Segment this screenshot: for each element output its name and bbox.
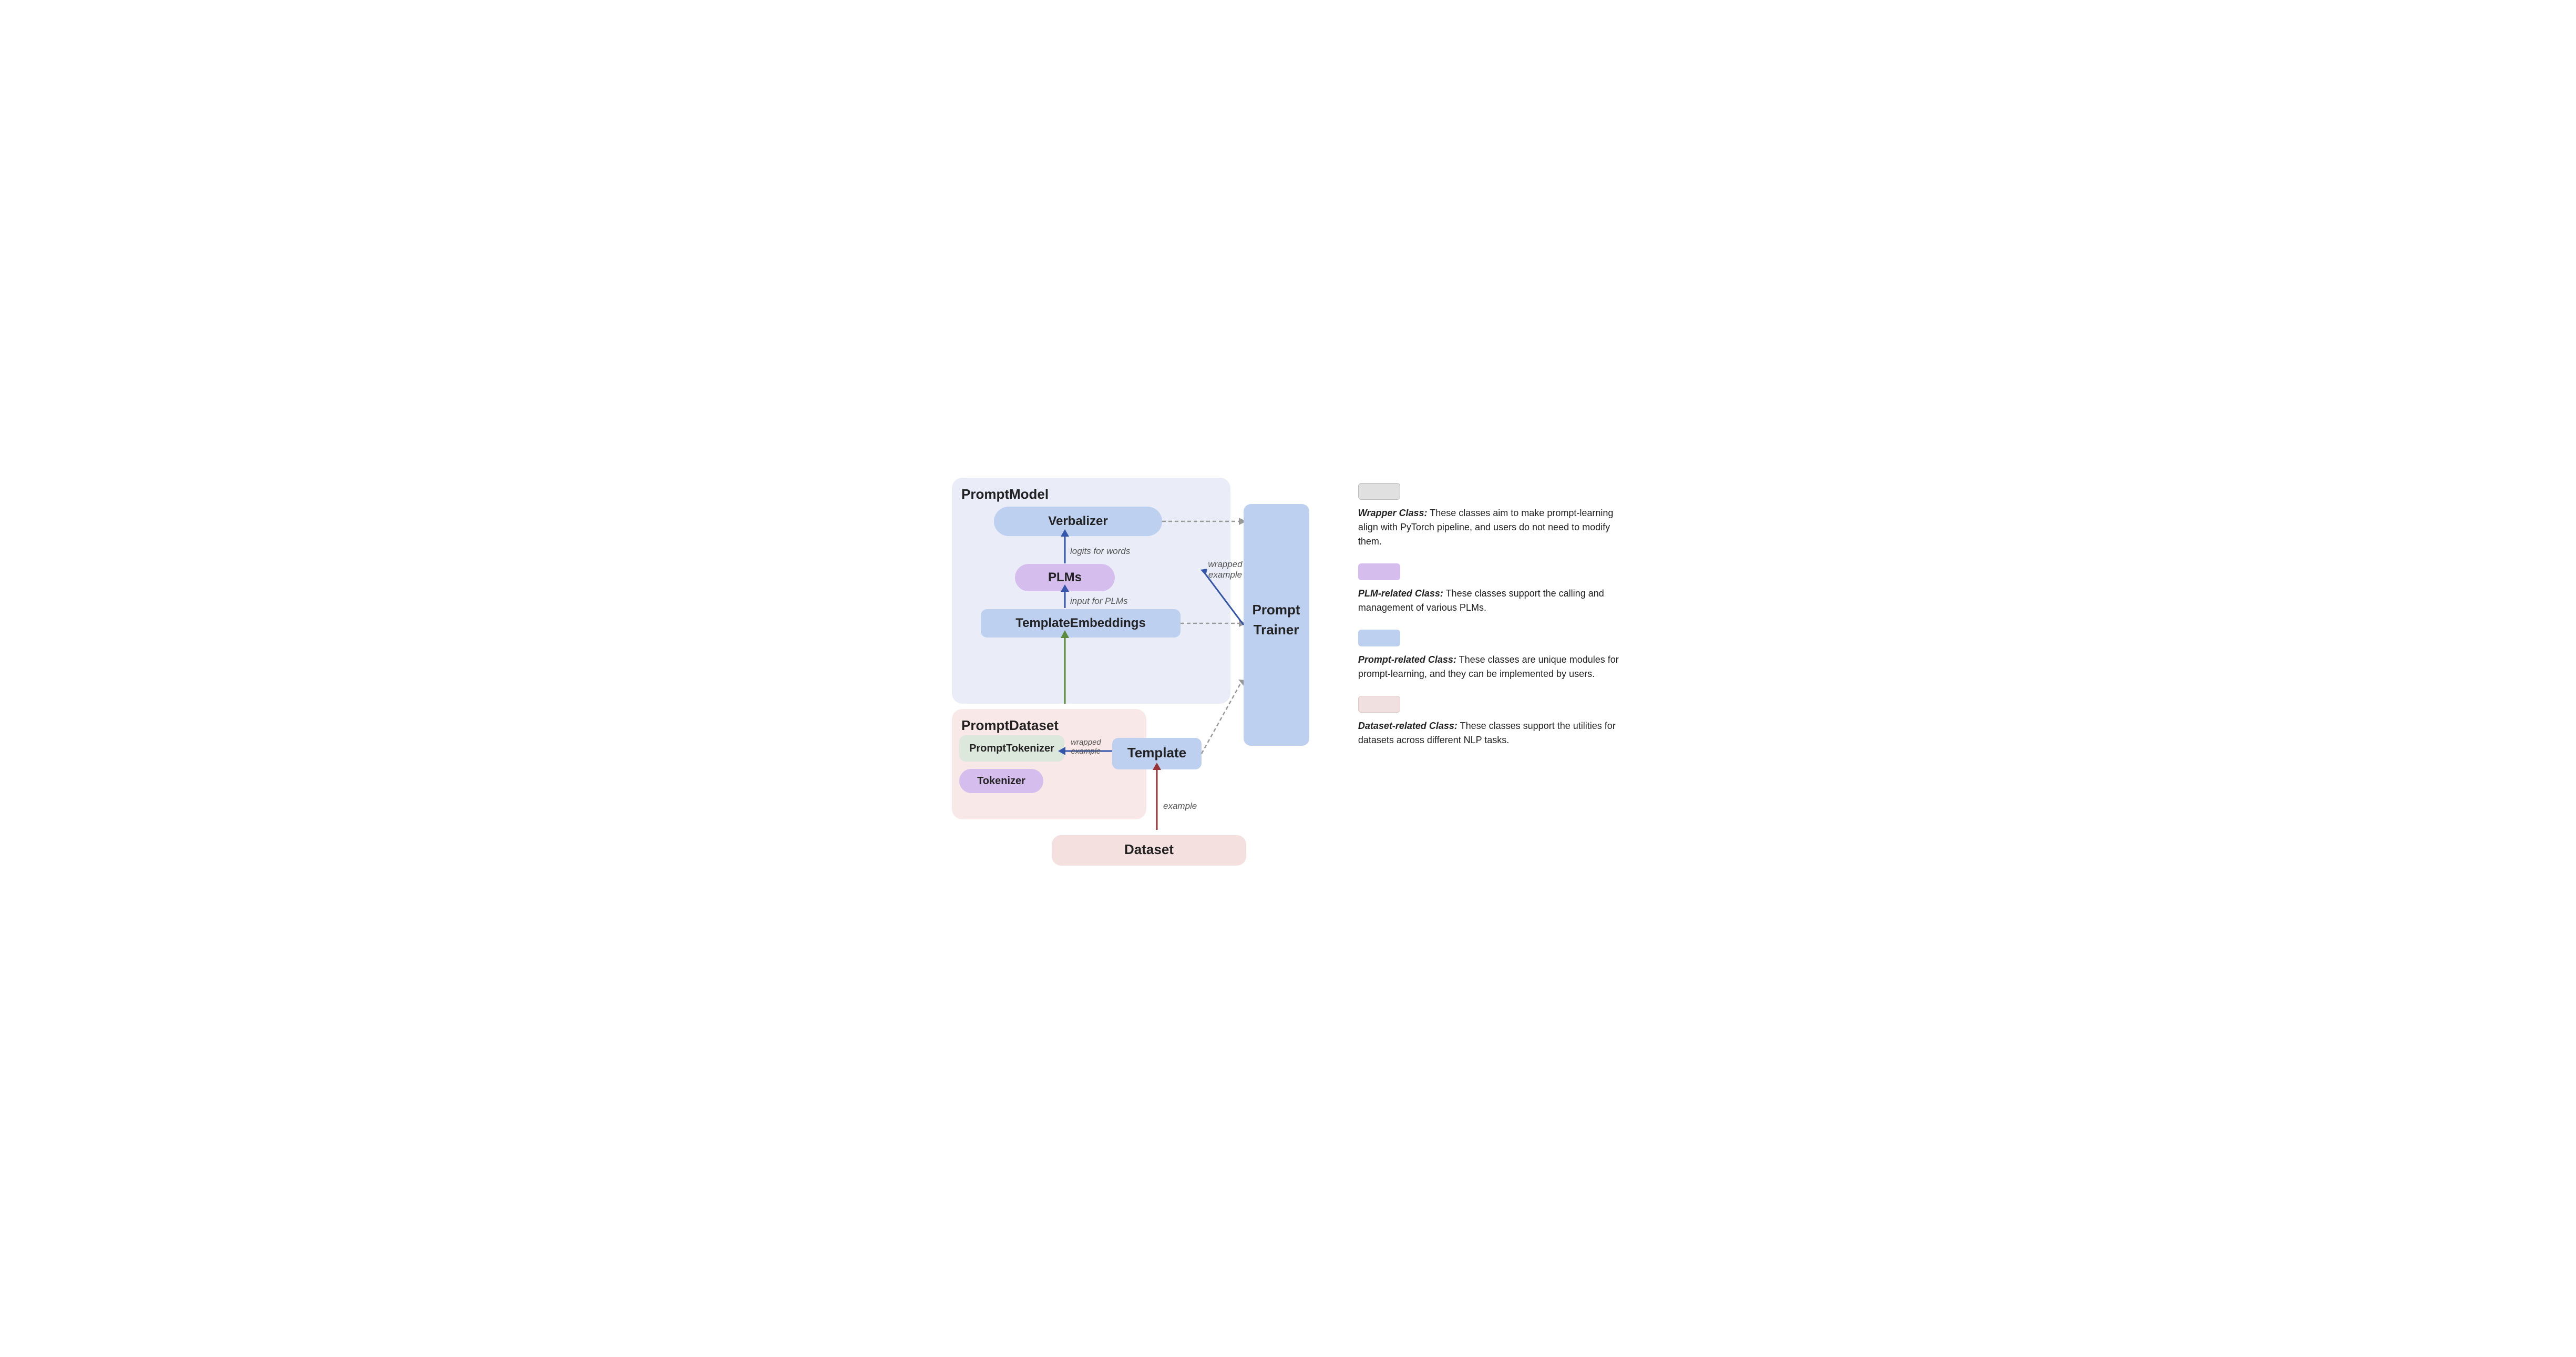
legend-item-dataset: Dataset-related Class: These classes sup… [1358,696,1630,747]
prompt-trainer-label: Prompt [1252,602,1300,618]
legend-area: Wrapper Class: These classes aim to make… [1358,472,1630,747]
legend-item-prompt: Prompt-related Class: These classes are … [1358,630,1630,681]
legend-swatch-wrapper [1358,483,1400,500]
svg-text:example: example [1071,747,1101,756]
prompt-tokenizer-label: PromptTokenizer [969,743,1054,754]
main-container: PromptModel Verbalizer logits for words … [947,472,1630,885]
legend-item-wrapper: Wrapper Class: These classes aim to make… [1358,483,1630,549]
example-label: example [1163,801,1197,811]
legend-text-prompt: Prompt-related Class: These classes are … [1358,653,1630,681]
legend-swatch-prompt [1358,630,1400,646]
legend-swatch-plm [1358,563,1400,580]
tokenizer-label: Tokenizer [977,775,1025,787]
wrapped-example-right-label: wrapped [1208,559,1243,569]
input-plms-label: input for PLMs [1070,596,1128,606]
diagram-area: PromptModel Verbalizer logits for words … [947,472,1327,885]
legend-text-wrapper: Wrapper Class: These classes aim to make… [1358,506,1630,549]
diagram-svg: PromptModel Verbalizer logits for words … [947,472,1315,882]
wrapped-example-label: wrapped [1071,738,1101,747]
svg-text:example: example [1208,570,1241,580]
plms-label: PLMs [1048,570,1081,584]
verbalizer-label: Verbalizer [1048,514,1107,528]
prompt-dataset-title: PromptDataset [961,717,1059,733]
legend-item-plm: PLM-related Class: These classes support… [1358,563,1630,615]
legend-text-dataset: Dataset-related Class: These classes sup… [1358,719,1630,747]
legend-text-plm: PLM-related Class: These classes support… [1358,587,1630,615]
logits-label: logits for words [1070,546,1131,556]
template-label: Template [1127,745,1186,760]
legend-swatch-dataset [1358,696,1400,713]
prompt-trainer-label2: Trainer [1253,622,1299,638]
template-embeddings-label: TemplateEmbeddings [1015,616,1146,630]
prompt-model-title: PromptModel [961,486,1049,502]
dataset-label: Dataset [1124,841,1174,857]
